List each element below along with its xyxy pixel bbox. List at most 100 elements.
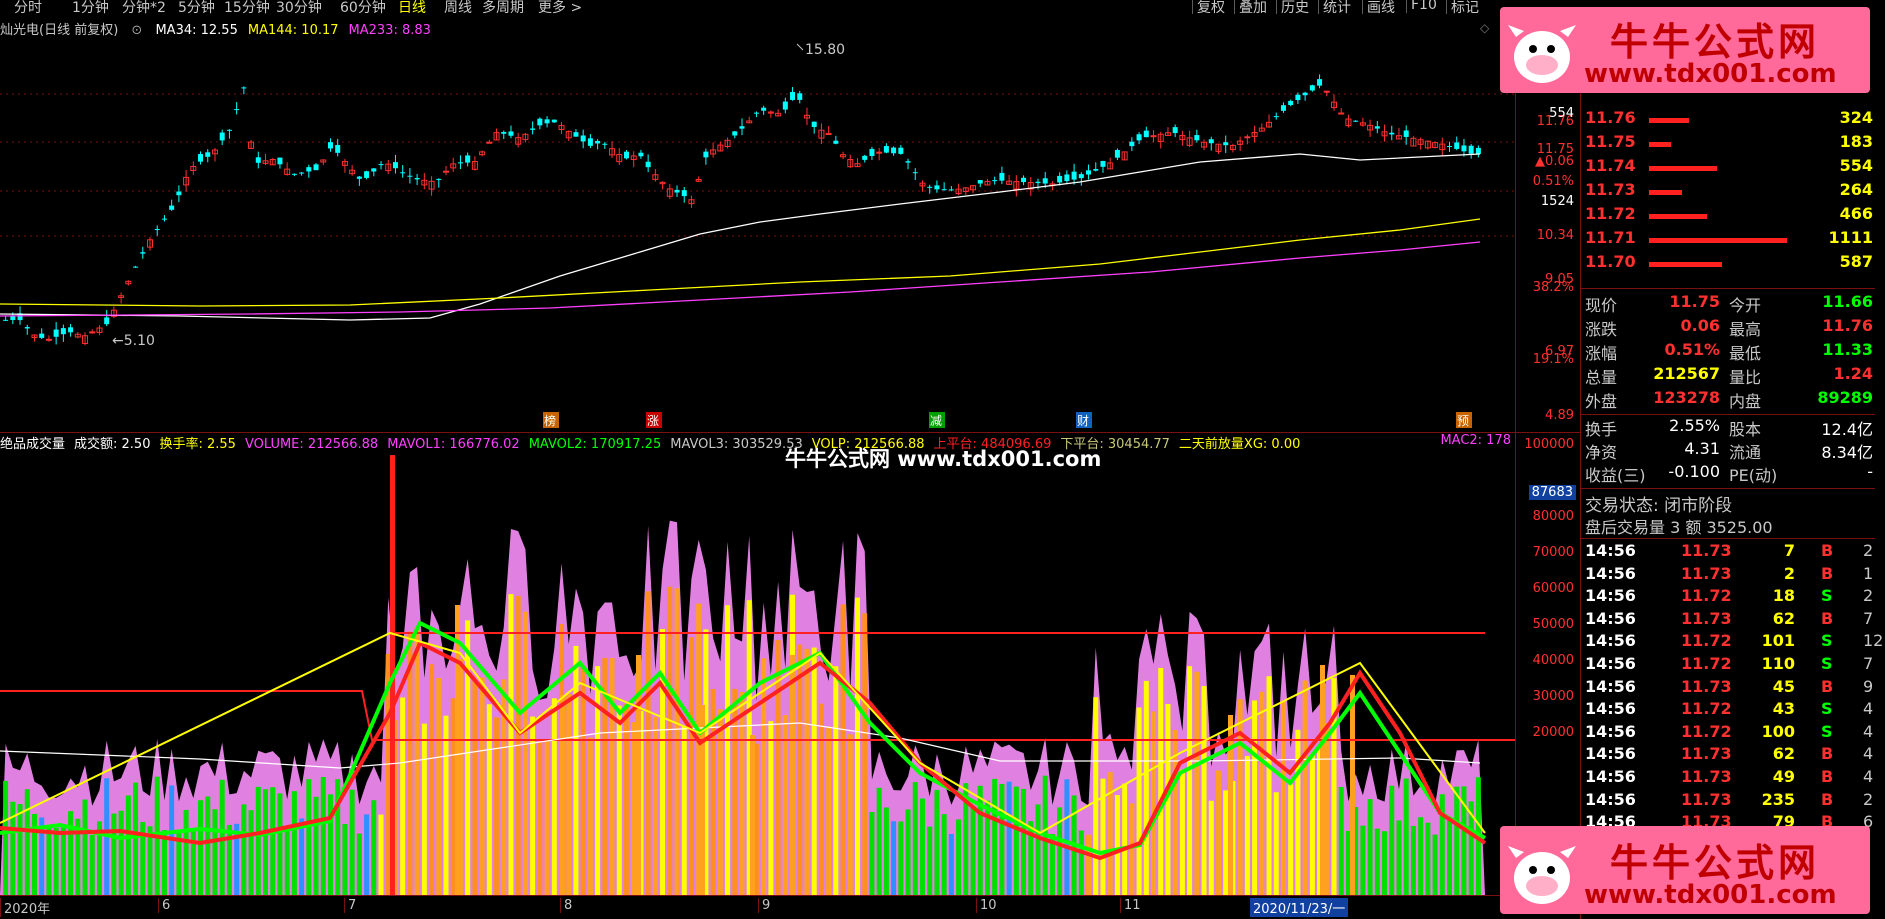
candle-body [335,144,341,153]
volume-spike [1228,715,1233,895]
orderbook-row[interactable]: 11.71 1111 [1581,228,1875,252]
volume-bar [919,798,925,895]
tick-count: 4 [1863,721,1874,741]
volume-bar [82,799,88,895]
candle-body [407,175,413,177]
quote2-row: 净资 4.31 流通 8.34亿 [1581,439,1875,463]
brand-title-2: 牛牛公式网 [1610,841,1821,885]
tick-price: 11.72 [1681,631,1732,651]
tick-row[interactable]: 14:56 11.73 45 B 9 [1581,677,1875,701]
tick-row[interactable]: 14:56 11.72 101 S 12 [1581,631,1883,655]
tick-count: 4 [1863,699,1874,719]
candle-body [356,176,362,179]
volume-bar [450,698,456,895]
volume-bar [1338,786,1344,895]
kline-chart-area[interactable]: 灿光电(日线 前复权) ⊙ MA34: 12.55 MA144: 10.17 MA2… [0,14,1515,432]
toolbar-button-4[interactable]: 画线 [1362,0,1395,14]
menu-tab-5[interactable]: 30分钟 [276,0,322,14]
volume-bar [681,726,687,895]
volume-bar [660,628,666,895]
tick-row[interactable]: 14:56 11.72 100 S 4 [1581,722,1875,746]
tick-row[interactable]: 14:56 11.73 62 B 7 [1581,609,1875,633]
tick-row[interactable]: 14:56 11.73 7 B 2 [1581,541,1875,565]
orderbook-row[interactable]: 11.75 183 [1581,132,1875,156]
tick-side: B [1821,563,1834,583]
orderbook-volume: 554 [1839,156,1873,175]
tick-count: 2 [1863,586,1874,606]
volume-bar [1432,834,1438,895]
tick-row[interactable]: 14:56 11.72 18 S 2 [1581,586,1875,610]
orderbook-row[interactable]: 11.73 264 [1581,180,1875,204]
tick-row[interactable]: 14:56 11.73 235 B 2 [1581,790,1875,814]
candle-body [501,132,507,134]
candle-body [1035,181,1041,184]
orderbook-row[interactable]: 11.72 466 [1581,204,1875,228]
orderbook-row[interactable]: 11.70 587 [1581,252,1875,276]
tick-row[interactable]: 14:56 11.73 2 B 1 [1581,564,1875,588]
volume-bar [1295,729,1301,895]
volume-bar [1107,772,1113,895]
menu-tab-1[interactable]: 1分钟 [72,0,109,14]
volume-svg[interactable] [0,433,1515,895]
volume-bar [811,647,817,895]
volume-bar [89,834,95,895]
orderbook-row[interactable]: 11.74 554 [1581,156,1875,180]
volume-bar [241,804,247,895]
quote2-value: - [1867,462,1873,481]
menu-tab-8[interactable]: 周线 [444,0,472,14]
toolbar-button-2[interactable]: 历史 [1276,0,1309,14]
menu-tab-10[interactable]: 更多 > [538,0,582,14]
menu-tab-9[interactable]: 多周期 [482,0,524,14]
volume-bar [623,703,629,895]
menu-tab-3[interactable]: 5分钟 [178,0,215,14]
event-marker-label-3: 财 [1077,414,1089,428]
quote-value: 212567 [1653,364,1720,383]
toolbar-button-5[interactable]: F10 [1406,0,1437,13]
menu-tab-0[interactable]: 分时 [14,0,42,14]
tick-count: 1 [1863,563,1874,583]
tick-volume: 7 [1783,541,1795,560]
volume-bar [941,814,947,895]
menu-tab-4[interactable]: 15分钟 [224,0,270,14]
volume-bar [284,829,290,895]
volume-bar [1122,783,1128,895]
tick-row[interactable]: 14:56 11.73 62 B 4 [1581,744,1875,768]
candle-body [587,138,593,146]
toolbar-button-0[interactable]: 复权 [1192,0,1225,14]
orderbook-price: 11.70 [1585,252,1636,271]
tick-row[interactable]: 14:56 11.72 110 S 7 [1581,654,1875,678]
tick-row[interactable]: 14:56 11.73 49 B 4 [1581,767,1875,791]
candle-body [327,142,333,149]
tick-time: 14:56 [1585,767,1636,786]
volume-chart-area[interactable]: 绝品成交量 成交额: 2.50 换手率: 2.55 VOLUME: 212566.88… [0,433,1515,895]
quote-value: 11.33 [1822,340,1873,359]
quote-value: 11.76 [1822,316,1873,335]
volume-bar [970,806,976,895]
volume-bar [327,794,333,895]
volume-bar [1324,723,1330,895]
kline-svg[interactable]: 15.80 ←5.10 榜 涨 减 财 预 ◇ [0,14,1515,432]
candle-body [226,129,232,131]
toolbar-button-6[interactable]: 标记 [1446,0,1479,14]
volume-bar [1021,788,1027,895]
tick-price: 11.72 [1681,699,1732,719]
toolbar-button-1[interactable]: 叠加 [1234,0,1267,14]
quote-label: 最高 [1729,320,1762,339]
tick-time: 14:56 [1585,608,1636,628]
tick-row[interactable]: 14:56 11.72 43 S 4 [1581,699,1875,723]
toolbar-button-3[interactable]: 统计 [1318,0,1351,14]
candle-body [905,161,911,163]
menu-tab-2[interactable]: 分钟*2 [122,0,166,14]
volume-bar [364,814,370,895]
volume-bar [486,704,492,895]
menu-tab-6[interactable]: 60分钟 [340,0,386,14]
volume-bar [1396,820,1402,895]
volume-bar [1215,770,1221,895]
menu-tab-7[interactable]: 日线 [398,0,426,14]
orderbook-row[interactable]: 11.76 324 [1581,108,1875,132]
tick-volume: 43 [1772,699,1795,719]
tick-divider [1581,538,1875,539]
candle-body [891,147,897,154]
quote-divider [1581,414,1875,415]
volume-legend-4: MAVOL1: 166776.02 [387,437,520,452]
